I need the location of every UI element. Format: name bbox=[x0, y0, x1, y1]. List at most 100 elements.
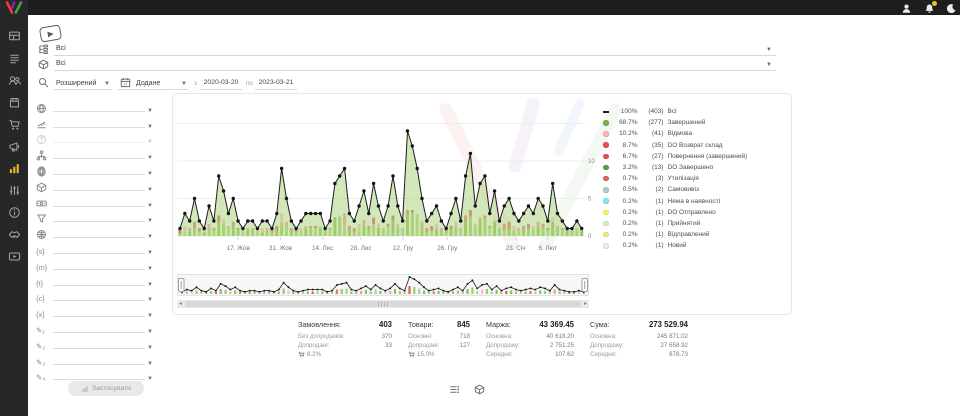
navigator-scrollbar[interactable]: ◂ ▸ bbox=[177, 300, 589, 308]
filter-input-underline[interactable] bbox=[53, 316, 145, 317]
list-stats-icon[interactable] bbox=[449, 384, 460, 395]
filter-input-underline[interactable] bbox=[53, 174, 145, 175]
user-icon[interactable] bbox=[901, 3, 912, 14]
sidebar-filter-row[interactable]: ▼ bbox=[36, 114, 153, 130]
sidebar-filter-row[interactable]: ✎₃▼ bbox=[36, 351, 153, 367]
sidebar-filter-row[interactable]: ▼ bbox=[36, 130, 153, 146]
sidebar-filter-row[interactable]: ▼ bbox=[36, 161, 153, 177]
rail-store-icon[interactable] bbox=[8, 96, 21, 109]
sidebar-filter-row[interactable]: {m}▼ bbox=[36, 256, 153, 272]
legend-item[interactable]: 3.2%(13)DO Завершено bbox=[603, 162, 787, 173]
filter-input-underline[interactable] bbox=[53, 221, 145, 222]
legend-item[interactable]: 0.5%(2)Самовивіз bbox=[603, 184, 787, 195]
sidebar-filter-row[interactable]: ▼ bbox=[36, 145, 153, 161]
sidebar-filter-row[interactable]: ✎₁▼ bbox=[36, 319, 153, 335]
legend-item[interactable]: 0.2%(1)DO Отправлено bbox=[603, 207, 787, 218]
legend-item[interactable]: 68.7%(277)Завершений bbox=[603, 117, 787, 128]
sidebar-filter-row[interactable]: ✎₂▼ bbox=[36, 335, 153, 351]
sidebar-filter-row[interactable]: ▼ bbox=[36, 98, 153, 114]
product-filter-value[interactable]: Всі bbox=[56, 58, 66, 69]
package-icon[interactable] bbox=[474, 384, 485, 395]
date-field-select[interactable]: Додане bbox=[136, 78, 160, 89]
sidebar-filter-row[interactable]: ▼ bbox=[36, 209, 153, 225]
bell-icon[interactable] bbox=[924, 3, 935, 14]
rail-users-icon[interactable] bbox=[8, 74, 21, 87]
category-caret-icon[interactable]: ▼ bbox=[766, 47, 772, 53]
chevron-down-icon[interactable]: ▼ bbox=[147, 282, 153, 288]
search-mode-select[interactable]: Розширений bbox=[56, 78, 96, 89]
nav-handle-right[interactable] bbox=[582, 279, 588, 292]
date-from-input[interactable]: 2020-03-20 bbox=[200, 79, 242, 86]
scroll-left-icon[interactable]: ◂ bbox=[179, 300, 182, 308]
sidebar-filter-row[interactable]: ▼ bbox=[36, 224, 153, 240]
rail-cart-icon[interactable] bbox=[8, 118, 21, 131]
sidebar-filter-row[interactable]: {t}▼ bbox=[36, 272, 153, 288]
chevron-down-icon[interactable]: ▼ bbox=[147, 171, 153, 177]
product-caret-icon[interactable]: ▼ bbox=[766, 62, 772, 68]
legend-item[interactable]: 6.7%(27)Повернення (завершений) bbox=[603, 151, 787, 162]
legend-item[interactable]: 8.7%(35)DO Возврат склад bbox=[603, 140, 787, 151]
legend-item[interactable]: 10.2%(41)Відмова bbox=[603, 128, 787, 139]
filter-input-underline[interactable] bbox=[53, 127, 145, 128]
sidebar-filter-row[interactable]: ▼ bbox=[36, 193, 153, 209]
legend-item[interactable]: 0.2%(1)Відправлений bbox=[603, 229, 787, 240]
chevron-down-icon[interactable]: ▼ bbox=[147, 376, 153, 382]
chevron-down-icon[interactable]: ▼ bbox=[147, 250, 153, 256]
apply-button[interactable]: Застосувати bbox=[68, 381, 144, 396]
rail-sliders-icon[interactable] bbox=[8, 184, 21, 197]
chevron-down-icon[interactable]: ▼ bbox=[147, 139, 153, 145]
filter-input-underline[interactable] bbox=[53, 269, 145, 270]
filter-input-underline[interactable] bbox=[53, 364, 145, 365]
chart-navigator[interactable] bbox=[177, 274, 589, 298]
legend-item[interactable]: 0.2%(1)Прийнятий bbox=[603, 218, 787, 229]
chevron-down-icon[interactable]: ▼ bbox=[147, 313, 153, 319]
filter-input-underline[interactable] bbox=[53, 142, 145, 143]
sidebar-filter-row[interactable]: {s}▼ bbox=[36, 240, 153, 256]
rail-info-icon[interactable] bbox=[8, 206, 21, 219]
legend-item[interactable]: 0.2%(1)Новий bbox=[603, 240, 787, 251]
rail-video-icon[interactable] bbox=[8, 250, 21, 263]
sidebar-filter-row[interactable]: ✎₄▼ bbox=[36, 367, 153, 383]
chevron-down-icon[interactable]: ▼ bbox=[147, 266, 153, 272]
chevron-down-icon[interactable]: ▼ bbox=[147, 345, 153, 351]
rail-orders-list-icon[interactable] bbox=[8, 52, 21, 65]
chevron-down-icon[interactable]: ▼ bbox=[147, 155, 153, 161]
video-tutorial-button[interactable]: ▶ bbox=[39, 24, 62, 42]
chevron-down-icon[interactable]: ▼ bbox=[147, 297, 153, 303]
date-field-caret-icon[interactable]: ▼ bbox=[181, 81, 187, 87]
filter-input-underline[interactable] bbox=[53, 190, 145, 191]
date-to-input[interactable]: 2023-03-21 bbox=[255, 79, 297, 86]
legend-item[interactable]: 0.2%(1)Нема в наявності bbox=[603, 196, 787, 207]
filter-input-underline[interactable] bbox=[53, 332, 145, 333]
moon-icon[interactable] bbox=[946, 3, 957, 14]
scroll-right-icon[interactable]: ▸ bbox=[584, 300, 587, 308]
rail-megaphone-icon[interactable] bbox=[8, 140, 21, 153]
filter-input-underline[interactable] bbox=[53, 158, 145, 159]
filter-input-underline[interactable] bbox=[53, 348, 145, 349]
rail-dashboard-icon[interactable] bbox=[8, 30, 21, 43]
chevron-down-icon[interactable]: ▼ bbox=[147, 218, 153, 224]
chevron-down-icon[interactable]: ▼ bbox=[147, 361, 153, 367]
filter-input-underline[interactable] bbox=[53, 285, 145, 286]
main-chart[interactable]: 051017. Жов31. Жов14. Лис28. Лис12. Гру2… bbox=[175, 100, 599, 260]
filter-input-underline[interactable] bbox=[53, 111, 145, 112]
sidebar-filter-row[interactable]: ▼ bbox=[36, 177, 153, 193]
legend-item[interactable]: 0.7%(3)Утилізація bbox=[603, 173, 787, 184]
category-filter-value[interactable]: Всі bbox=[56, 43, 66, 54]
search-mode-caret-icon[interactable]: ▼ bbox=[104, 81, 110, 87]
chevron-down-icon[interactable]: ▼ bbox=[147, 329, 153, 335]
legend-item[interactable]: 100%(403)Всі bbox=[603, 106, 787, 117]
rail-handshake-icon[interactable] bbox=[8, 228, 21, 241]
sidebar-filter-row[interactable]: {c}▼ bbox=[36, 288, 153, 304]
chevron-down-icon[interactable]: ▼ bbox=[147, 108, 153, 114]
filter-input-underline[interactable] bbox=[53, 237, 145, 238]
filter-input-underline[interactable] bbox=[53, 206, 145, 207]
sidebar-filter-row[interactable]: {x}▼ bbox=[36, 303, 153, 319]
chevron-down-icon[interactable]: ▼ bbox=[147, 187, 153, 193]
search-icon[interactable] bbox=[38, 77, 49, 88]
chevron-down-icon[interactable]: ▼ bbox=[147, 234, 153, 240]
filter-input-underline[interactable] bbox=[53, 253, 145, 254]
rail-analytics-icon[interactable] bbox=[8, 162, 21, 175]
app-logo-icon[interactable] bbox=[4, 1, 24, 14]
chevron-down-icon[interactable]: ▼ bbox=[147, 203, 153, 209]
